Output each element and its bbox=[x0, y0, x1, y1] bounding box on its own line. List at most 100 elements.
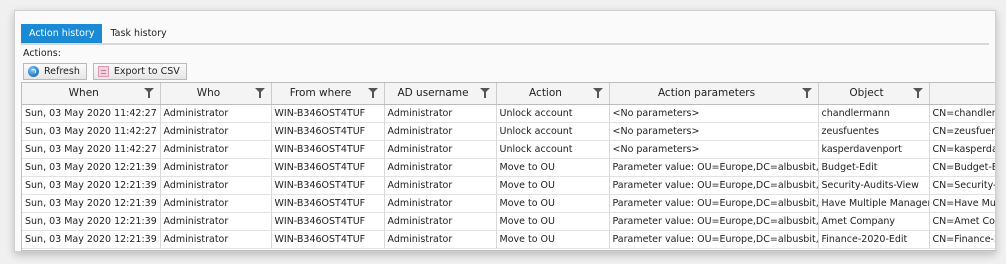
cell-action: Move to OU bbox=[496, 176, 610, 195]
cell-who: Administrator bbox=[160, 176, 272, 195]
refresh-button[interactable]: Refresh bbox=[23, 63, 87, 80]
export-csv-button[interactable]: Export to CSV bbox=[92, 63, 187, 80]
cell-from-where: WIN-B346OST4TUF bbox=[271, 140, 385, 159]
cell-ad-username: Administrator bbox=[384, 212, 497, 231]
column-header-who[interactable]: Who bbox=[160, 83, 272, 105]
table-row[interactable]: Sun, 03 May 2020 12:21:39 GMTAdministrat… bbox=[22, 176, 995, 195]
csv-file-icon bbox=[97, 66, 109, 77]
cell-when: Sun, 03 May 2020 12:21:39 GMT bbox=[22, 158, 161, 177]
cell-action: Unlock account bbox=[496, 104, 610, 123]
cell-when: Sun, 03 May 2020 11:42:27 GMT bbox=[22, 104, 161, 123]
cell-object: Have Multiple Managers 1 bbox=[818, 194, 930, 213]
cell-who: Administrator bbox=[160, 212, 272, 231]
filter-icon[interactable] bbox=[592, 88, 603, 98]
cell-o: CN=kasperda bbox=[929, 140, 995, 159]
filter-icon[interactable] bbox=[912, 88, 923, 98]
cell-action-parameters: Parameter value: OU=Europe,DC=albusbit,D… bbox=[609, 194, 819, 213]
cell-o: CN=Finance-2 bbox=[929, 230, 995, 249]
filter-icon[interactable] bbox=[254, 88, 265, 98]
cell-from-where: WIN-B346OST4TUF bbox=[271, 212, 385, 231]
cell-ad-username: Administrator bbox=[384, 176, 497, 195]
column-header-action[interactable]: Action bbox=[496, 83, 610, 105]
cell-who: Administrator bbox=[160, 194, 272, 213]
tab-divider bbox=[21, 43, 989, 45]
cell-when: Sun, 03 May 2020 11:42:27 GMT bbox=[22, 140, 161, 159]
cell-ad-username: Administrator bbox=[384, 140, 497, 159]
cell-who: Administrator bbox=[160, 104, 272, 123]
filter-icon[interactable] bbox=[479, 88, 490, 98]
cell-from-where: WIN-B346OST4TUF bbox=[271, 122, 385, 141]
history-grid[interactable]: When Who From where AD username Action A… bbox=[21, 82, 995, 251]
cell-action: Move to OU bbox=[496, 230, 610, 249]
cell-action-parameters: <No parameters> bbox=[609, 140, 819, 159]
cell-o: CN=Security- bbox=[929, 176, 995, 195]
header-row: When Who From where AD username Action A… bbox=[22, 83, 996, 105]
cell-ad-username: Administrator bbox=[384, 104, 497, 123]
column-header-label: O bbox=[930, 87, 996, 99]
column-header-label: When bbox=[68, 87, 99, 100]
action-history-panel: Action history Task history Actions: Ref… bbox=[14, 10, 996, 252]
cell-action-parameters: <No parameters> bbox=[609, 122, 819, 141]
cell-action: Move to OU bbox=[496, 194, 610, 213]
tab-action-history[interactable]: Action history bbox=[21, 24, 103, 43]
cell-object: Budget-Edit bbox=[818, 158, 930, 177]
cell-o: CN=Amet Co bbox=[929, 212, 995, 231]
cell-object: zeusfuentes bbox=[818, 122, 930, 141]
cell-action: Unlock account bbox=[496, 140, 610, 159]
table-row[interactable]: Sun, 03 May 2020 11:42:27 GMTAdministrat… bbox=[22, 104, 995, 123]
column-header-o[interactable]: O bbox=[929, 83, 996, 105]
cell-when: Sun, 03 May 2020 12:21:39 GMT bbox=[22, 212, 161, 231]
filter-icon[interactable] bbox=[367, 88, 378, 98]
cell-o: CN=chandlerm bbox=[929, 104, 995, 123]
cell-object: chandlermann bbox=[818, 104, 930, 123]
cell-who: Administrator bbox=[160, 122, 272, 141]
tab-bar: Action history Task history bbox=[21, 24, 175, 43]
cell-o: CN=Budget-E bbox=[929, 158, 995, 177]
column-header-from-where[interactable]: From where bbox=[271, 83, 385, 105]
grid-body: Sun, 03 May 2020 11:42:27 GMTAdministrat… bbox=[22, 104, 995, 249]
column-header-action-parameters[interactable]: Action parameters bbox=[609, 83, 819, 105]
cell-who: Administrator bbox=[160, 158, 272, 177]
cell-object: Finance-2020-Edit bbox=[818, 230, 930, 249]
filter-icon[interactable] bbox=[801, 88, 812, 98]
export-csv-button-label: Export to CSV bbox=[113, 66, 180, 77]
table-row[interactable]: Sun, 03 May 2020 12:21:39 GMTAdministrat… bbox=[22, 212, 995, 231]
cell-from-where: WIN-B346OST4TUF bbox=[271, 158, 385, 177]
cell-o: CN=Have Mu bbox=[929, 194, 995, 213]
cell-action-parameters: Parameter value: OU=Europe,DC=albusbit,D… bbox=[609, 230, 819, 249]
cell-from-where: WIN-B346OST4TUF bbox=[271, 194, 385, 213]
column-header-label: Action parameters bbox=[657, 87, 756, 100]
column-header-object[interactable]: Object bbox=[818, 83, 930, 105]
table-row[interactable]: Sun, 03 May 2020 11:42:27 GMTAdministrat… bbox=[22, 140, 995, 159]
cell-when: Sun, 03 May 2020 12:21:39 GMT bbox=[22, 230, 161, 249]
cell-action: Unlock account bbox=[496, 122, 610, 141]
tab-task-history[interactable]: Task history bbox=[102, 24, 174, 43]
cell-action: Move to OU bbox=[496, 158, 610, 177]
cell-object: kasperdavenport bbox=[818, 140, 930, 159]
cell-action-parameters: Parameter value: OU=Europe,DC=albusbit,D… bbox=[609, 176, 819, 195]
cell-o: CN=zeusfuent bbox=[929, 122, 995, 141]
cell-object: Security-Audits-View bbox=[818, 176, 930, 195]
cell-when: Sun, 03 May 2020 11:42:27 GMT bbox=[22, 122, 161, 141]
refresh-button-label: Refresh bbox=[44, 66, 80, 77]
cell-ad-username: Administrator bbox=[384, 230, 497, 249]
cell-ad-username: Administrator bbox=[384, 194, 497, 213]
toolbar: Refresh Export to CSV bbox=[23, 63, 187, 80]
filter-icon[interactable] bbox=[143, 88, 154, 98]
table-row[interactable]: Sun, 03 May 2020 12:21:39 GMT Administrat… bbox=[22, 230, 995, 249]
cell-object: Amet Company bbox=[818, 212, 930, 231]
table-row[interactable]: Sun, 03 May 2020 12:21:39 GMTAdministrat… bbox=[22, 158, 995, 177]
cell-action-parameters: <No parameters> bbox=[609, 104, 819, 123]
table-row[interactable]: Sun, 03 May 2020 12:21:39 GMTAdministrat… bbox=[22, 194, 995, 213]
cell-action-parameters: Parameter value: OU=Europe,DC=albusbit,D… bbox=[609, 212, 819, 231]
cell-action: Move to OU bbox=[496, 212, 610, 231]
cell-from-where: WIN-B346OST4TUF bbox=[271, 176, 385, 195]
cell-from-where: WIN-B346OST4TUF bbox=[271, 104, 385, 123]
table-row[interactable]: Sun, 03 May 2020 11:42:27 GMTAdministrat… bbox=[22, 122, 995, 141]
cell-action-parameters: Parameter value: OU=Europe,DC=albusbit,D… bbox=[609, 158, 819, 177]
history-table: When Who From where AD username Action A… bbox=[22, 83, 995, 249]
column-header-ad-username[interactable]: AD username bbox=[384, 83, 497, 105]
cell-who: Administrator bbox=[160, 140, 272, 159]
column-header-when[interactable]: When bbox=[22, 83, 161, 105]
cell-ad-username: Administrator bbox=[384, 122, 497, 141]
